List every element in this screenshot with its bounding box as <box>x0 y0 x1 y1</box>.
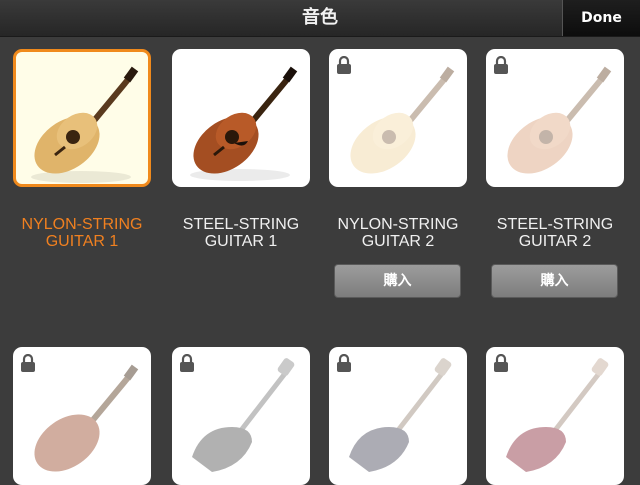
instrument-card-steel-2[interactable] <box>486 49 624 187</box>
instrument-label: STEEL-STRING GUITAR 2 <box>496 216 614 250</box>
instrument-card[interactable] <box>486 347 624 485</box>
acoustic-guitar-icon <box>31 66 139 183</box>
lock-icon <box>21 354 35 372</box>
instrument-card[interactable] <box>329 347 467 485</box>
lock-icon <box>337 354 351 372</box>
done-button[interactable]: Done <box>562 0 640 36</box>
instrument-label: NYLON-STRING GUITAR 1 <box>21 216 143 250</box>
page-title: 音色 <box>302 7 338 28</box>
lock-icon <box>337 56 351 74</box>
instrument-card-nylon-1[interactable] <box>13 49 151 187</box>
instrument-card-nylon-2[interactable] <box>329 49 467 187</box>
instrument-label: STEEL-STRING GUITAR 1 <box>182 216 300 250</box>
acoustic-guitar-icon <box>190 66 298 181</box>
instrument-label: NYLON-STRING GUITAR 2 <box>337 216 459 250</box>
buy-button[interactable]: 購入 <box>491 264 618 298</box>
lock-icon <box>494 56 508 74</box>
instrument-card[interactable] <box>172 347 310 485</box>
buy-button[interactable]: 購入 <box>334 264 461 298</box>
lock-icon <box>494 354 508 372</box>
instrument-card[interactable] <box>13 347 151 485</box>
instrument-card-steel-1[interactable] <box>172 49 310 187</box>
navigation-bar: 音色 Done <box>0 0 640 37</box>
lock-icon <box>180 354 194 372</box>
